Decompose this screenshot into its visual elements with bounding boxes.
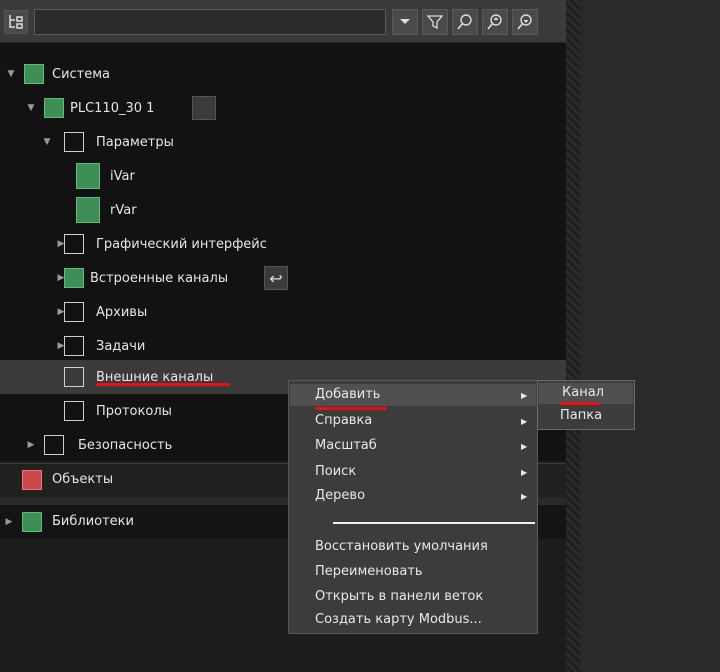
tree-item-rvar[interactable]: rVar: [0, 193, 566, 227]
folder-icon: [64, 401, 84, 421]
tree-item-gui[interactable]: ▶ Графический интерфейс: [0, 227, 566, 261]
submenu-arrow-icon: ▶: [521, 417, 528, 426]
submenu-item-channel[interactable]: Канал: [562, 385, 604, 400]
tree-item-archives[interactable]: ▶ Архивы: [0, 295, 566, 329]
tree-label: Задачи: [96, 338, 146, 354]
search-icon[interactable]: [452, 9, 478, 35]
menu-item-add[interactable]: Добавить: [315, 387, 380, 402]
menu-item-open-in-branch-panel[interactable]: Открыть в панели веток: [315, 589, 483, 604]
menu-item-restore-defaults[interactable]: Восстановить умолчания: [315, 539, 488, 554]
expand-arrow-icon[interactable]: ▼: [42, 137, 52, 147]
menu-item-tree[interactable]: Дерево: [315, 488, 365, 503]
tree-label: Протоколы: [96, 403, 172, 419]
search-down-icon[interactable]: [512, 9, 538, 35]
tree-label: Параметры: [96, 134, 174, 150]
connect-icon[interactable]: [192, 96, 216, 120]
tree-label: Архивы: [96, 304, 148, 320]
search-up-icon[interactable]: [482, 9, 508, 35]
menu-item-create-modbus-map[interactable]: Создать карту Modbus...: [315, 612, 482, 627]
splitter[interactable]: [566, 0, 580, 672]
variable-icon: [76, 163, 100, 189]
tree-item-system[interactable]: ▼ Система: [0, 57, 566, 91]
tree-item-builtin[interactable]: ▶ Встроенные каналы ↩: [0, 261, 566, 295]
folder-icon: [44, 435, 64, 455]
toolbar: [0, 0, 568, 43]
submenu-arrow-icon: ▶: [521, 492, 528, 501]
folder-icon: [64, 234, 84, 254]
workspace-pane: [580, 0, 720, 672]
tree-item-plc[interactable]: ▼ PLC110_30 1: [0, 91, 566, 125]
search-input[interactable]: [34, 9, 386, 35]
context-menu: Добавить ▶ Справка ▶ Масштаб ▶ Поиск ▶ Д…: [288, 380, 538, 634]
tree-label: PLC110_30 1: [70, 100, 155, 116]
tree-structure-icon[interactable]: [4, 10, 28, 34]
folder-icon: [64, 132, 84, 152]
submenu-arrow-icon: ▶: [521, 468, 528, 477]
tree-label: Графический интерфейс: [96, 236, 267, 252]
red-underline: [315, 407, 387, 410]
plc-device-icon: [44, 98, 64, 118]
libraries-icon: [22, 512, 42, 532]
panel-title: Объекты: [52, 472, 114, 487]
menu-item-scale[interactable]: Масштаб: [315, 438, 377, 453]
submenu-arrow-icon: ▶: [521, 391, 528, 400]
menu-separator: [333, 522, 535, 524]
channels-icon: [64, 268, 84, 288]
tree-label: Система: [52, 66, 111, 82]
tree-label: iVar: [110, 168, 135, 184]
menu-item-search[interactable]: Поиск: [315, 464, 356, 479]
filter-icon[interactable]: [422, 9, 448, 35]
system-icon: [24, 64, 44, 84]
red-underline: [560, 402, 600, 405]
panel-title: Библиотеки: [52, 514, 134, 529]
tree-item-ivar[interactable]: iVar: [0, 159, 566, 193]
objects-icon: [22, 470, 42, 490]
menu-item-help[interactable]: Справка: [315, 413, 372, 428]
folder-icon: [64, 367, 84, 387]
tree-item-tasks[interactable]: ▶ Задачи: [0, 329, 566, 363]
tree-label: rVar: [110, 202, 137, 218]
tree-label: Безопасность: [78, 437, 173, 453]
tree-label: Встроенные каналы: [90, 270, 229, 286]
collapse-arrow-icon[interactable]: ▶: [4, 517, 14, 527]
submenu-item-folder[interactable]: Папка: [560, 408, 602, 423]
tree-item-params[interactable]: ▼ Параметры: [0, 125, 566, 159]
collapse-arrow-icon[interactable]: ▶: [26, 440, 36, 450]
red-underline: [96, 383, 230, 386]
expand-arrow-icon[interactable]: ▼: [6, 69, 16, 79]
submenu-arrow-icon: ▶: [521, 442, 528, 451]
folder-icon: [64, 336, 84, 356]
chevron-down-icon[interactable]: [392, 9, 418, 35]
expand-arrow-icon[interactable]: ▼: [26, 103, 36, 113]
menu-item-rename[interactable]: Переименовать: [315, 564, 423, 579]
back-arrow-icon[interactable]: ↩: [264, 266, 288, 290]
submenu: Канал Папка: [537, 380, 635, 430]
variable-icon: [76, 197, 100, 223]
folder-icon: [64, 302, 84, 322]
